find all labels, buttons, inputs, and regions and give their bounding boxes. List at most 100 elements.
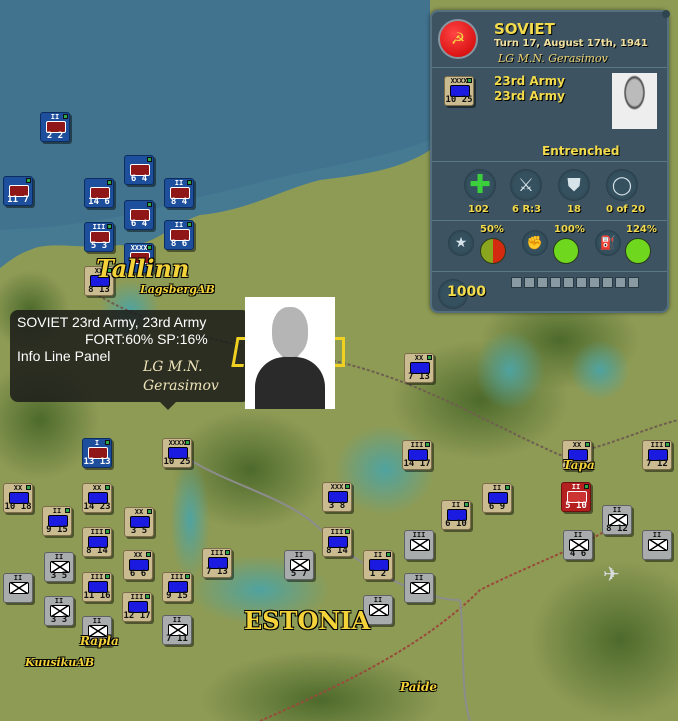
unit-type-symbol <box>410 582 430 594</box>
unit-counter[interactable]: II 8 4 <box>164 178 194 208</box>
crossed-swords-icon: ⚔ <box>510 169 542 201</box>
unit-counter[interactable]: II 3 5 <box>44 552 74 582</box>
status-flag <box>147 157 152 162</box>
unit-counter[interactable]: II 2 2 <box>40 112 70 142</box>
airplane-icon[interactable]: ✈ <box>603 562 620 586</box>
status-flag <box>107 180 112 185</box>
unit-counter[interactable]: II 5 10 <box>561 482 591 512</box>
unit-counter[interactable]: II 6 10 <box>441 500 471 530</box>
unit-counter[interactable]: XX 3 5 <box>124 507 154 537</box>
unit-counter[interactable]: XX 14 23 <box>82 483 112 513</box>
unit-values: 11 16 <box>83 591 111 601</box>
selected-unit-counter[interactable]: XXXX 10 25 <box>444 76 474 106</box>
panel-close-button[interactable] <box>662 10 670 18</box>
unit-counter[interactable]: II 6 9 <box>482 483 512 513</box>
status-flag <box>427 355 432 360</box>
unit-values: 8 13 <box>88 285 110 295</box>
unit-counter[interactable]: III <box>404 530 434 560</box>
status-flag <box>505 485 510 490</box>
unit-counter[interactable]: III 9 15 <box>162 572 192 602</box>
unit-values: 8 14 <box>326 546 348 556</box>
step-pip <box>563 277 574 288</box>
unit-counter[interactable]: 11 7 <box>3 176 33 206</box>
unit-counter[interactable]: II 3 3 <box>44 596 74 626</box>
unit-counter[interactable]: II 4 6 <box>563 530 593 560</box>
unit-size: II <box>54 553 64 561</box>
unit-counter[interactable]: III 7 13 <box>202 548 232 578</box>
stat-value: 0 of 20 <box>606 204 646 215</box>
unit-counter[interactable]: III 14 17 <box>402 440 432 470</box>
unit-counter[interactable]: I 13 13 <box>82 438 112 468</box>
step-pip <box>550 277 561 288</box>
unit-values: 10 18 <box>4 502 32 512</box>
step-pip <box>511 277 522 288</box>
airbase-label-kuusiku: KuusikuAB <box>25 656 95 669</box>
unit-values: 12 17 <box>123 611 151 621</box>
unit-counter[interactable]: XX 10 18 <box>3 483 33 513</box>
unit-values: 8 6 <box>170 239 188 249</box>
unit-counter[interactable]: II 9 15 <box>42 506 72 536</box>
unit-values: 2 2 <box>46 131 64 141</box>
unit-counter[interactable]: II 8 6 <box>164 220 194 250</box>
status-flag <box>147 245 152 250</box>
unit-counter[interactable]: III 8 14 <box>82 527 112 557</box>
status-flag <box>185 574 190 579</box>
leader-portrait <box>245 297 335 409</box>
unit-counter[interactable]: XXXX 10 25 <box>162 438 192 468</box>
step-pip <box>576 277 587 288</box>
unit-values: 3 3 <box>50 615 68 625</box>
morale-gauge <box>480 238 506 264</box>
stat-value: 102 <box>468 204 489 215</box>
unit-counter[interactable]: II <box>404 573 434 603</box>
supply-icon: ⛽ <box>595 230 621 256</box>
unit-values: 1 2 <box>369 569 387 579</box>
unit-values: 13 13 <box>83 457 111 467</box>
unit-counter[interactable]: II 1 2 <box>363 550 393 580</box>
unit-size: II <box>652 531 662 539</box>
status-flag <box>65 508 70 513</box>
unit-counter[interactable]: 6 4 <box>124 200 154 230</box>
unit-counter[interactable]: III 7 12 <box>642 440 672 470</box>
unit-counter[interactable]: 6 4 <box>124 155 154 185</box>
unit-counter[interactable]: II 7 11 <box>162 615 192 645</box>
status-flag <box>585 442 590 447</box>
unit-info-panel: ☭ SOVIET Turn 17, August 17th, 1941 LG M… <box>430 10 669 313</box>
unit-counter[interactable]: 14 6 <box>84 178 114 208</box>
unit-values: 6 10 <box>445 519 467 529</box>
town-label-rapla: Rapla <box>80 634 119 648</box>
plus-icon: ✚ <box>464 169 496 201</box>
unit-counter[interactable]: III 5 3 <box>84 222 114 252</box>
status-flag <box>345 529 350 534</box>
unit-values: 5 10 <box>565 501 587 511</box>
unit-values: 4 6 <box>569 549 587 559</box>
status-flag <box>105 529 110 534</box>
unit-counter[interactable]: XX 7 13 <box>404 353 434 383</box>
unit-counter[interactable]: II 5 7 <box>284 550 314 580</box>
star-icon: ★ <box>448 230 474 256</box>
status-flag <box>105 485 110 490</box>
status-flag <box>105 440 110 445</box>
unit-counter[interactable]: II <box>642 530 672 560</box>
unit-size: II <box>573 531 583 539</box>
status-flag <box>147 202 152 207</box>
unit-values: 5 3 <box>90 241 108 251</box>
unit-counter[interactable]: XXX 3 8 <box>322 482 352 512</box>
unit-values: 10 25 <box>163 457 191 467</box>
unit-counter[interactable]: III 11 16 <box>82 572 112 602</box>
unit-counter[interactable]: III 12 17 <box>122 592 152 622</box>
unit-size: II <box>92 617 102 625</box>
unit-counter[interactable]: III 8 14 <box>322 527 352 557</box>
unit-size: II <box>54 597 64 605</box>
unit-values: 5 7 <box>290 569 308 579</box>
unit-counter[interactable]: II 8 12 <box>602 505 632 535</box>
stat-value: 6 R:3 <box>512 204 542 215</box>
unit-values: 10 25 <box>445 95 473 105</box>
unit-counter[interactable]: XX 6 6 <box>123 550 153 580</box>
unit-type-symbol <box>9 582 29 594</box>
status-flag <box>145 594 150 599</box>
unit-counter[interactable]: II <box>3 573 33 603</box>
unit-values: 6 6 <box>129 569 147 579</box>
info-tooltip: SOVIET 23rd Army, 23rd Army FORT:60% SP:… <box>10 310 250 410</box>
unit-type-symbol <box>410 539 430 551</box>
town-label-tapa: Tapa <box>563 458 595 472</box>
